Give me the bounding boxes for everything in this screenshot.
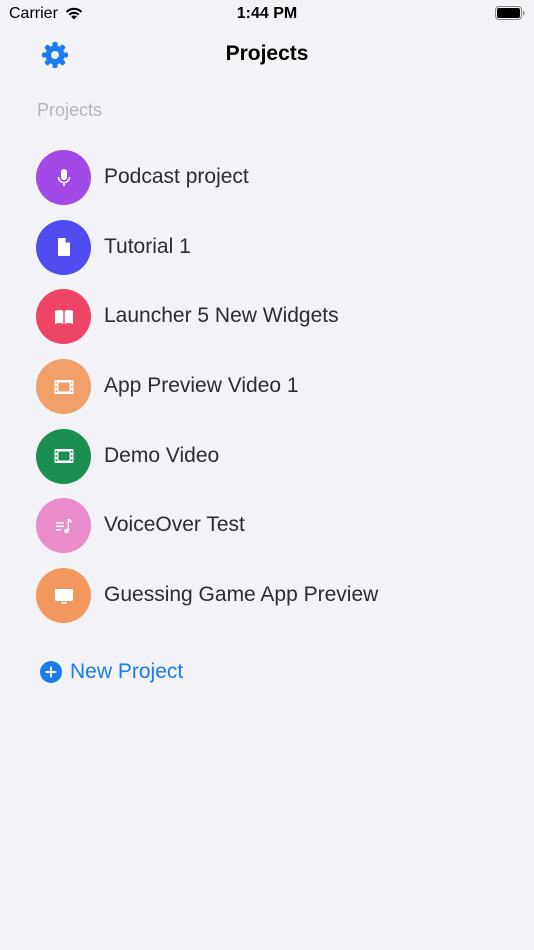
project-row[interactable]: Podcast project bbox=[0, 143, 534, 213]
status-time: 1:44 PM bbox=[236, 5, 298, 22]
plus-circle-icon bbox=[40, 661, 62, 683]
project-name: Demo Video bbox=[104, 443, 220, 467]
project-list: Podcast project Tutorial 1 Launcher 5 New … bbox=[0, 143, 534, 631]
project-icon bbox=[36, 568, 91, 624]
project-name: Guessing Game App Preview bbox=[104, 583, 379, 607]
project-icon bbox=[36, 289, 91, 345]
project-icon bbox=[36, 359, 91, 415]
document-icon bbox=[57, 238, 70, 257]
project-icon bbox=[36, 498, 91, 554]
project-row[interactable]: App Preview Video 1 bbox=[0, 352, 534, 422]
film-icon bbox=[54, 379, 73, 394]
section-header: Projects bbox=[37, 100, 103, 120]
project-name: App Preview Video 1 bbox=[104, 374, 299, 398]
project-row[interactable]: Launcher 5 New Widgets bbox=[0, 282, 534, 352]
project-icon bbox=[36, 428, 91, 484]
project-row[interactable]: Demo Video bbox=[0, 422, 534, 492]
project-name: Tutorial 1 bbox=[104, 234, 191, 258]
new-project-label: New Project bbox=[70, 660, 184, 683]
new-project-button[interactable]: New Project bbox=[40, 660, 183, 684]
microphone-icon bbox=[57, 168, 70, 186]
project-row[interactable]: Tutorial 1 bbox=[0, 213, 534, 283]
project-name: VoiceOver Test bbox=[104, 513, 245, 537]
project-name: Launcher 5 New Widgets bbox=[104, 304, 339, 328]
project-row[interactable]: VoiceOver Test bbox=[0, 491, 534, 561]
book-icon bbox=[54, 309, 73, 324]
display-icon bbox=[54, 588, 73, 604]
project-name: Podcast project bbox=[104, 165, 249, 188]
status-bar: Carrier 1:44 PM bbox=[0, 0, 534, 28]
music-list-icon bbox=[55, 518, 72, 534]
battery-icon bbox=[495, 6, 525, 20]
film-icon bbox=[54, 449, 73, 464]
project-icon bbox=[36, 150, 91, 205]
project-row[interactable]: Guessing Game App Preview bbox=[0, 561, 534, 631]
page-title: Projects bbox=[225, 42, 309, 65]
project-icon bbox=[36, 219, 91, 275]
projects-screen: Carrier 1:44 PM Projects Projects Podcas… bbox=[0, 0, 534, 950]
